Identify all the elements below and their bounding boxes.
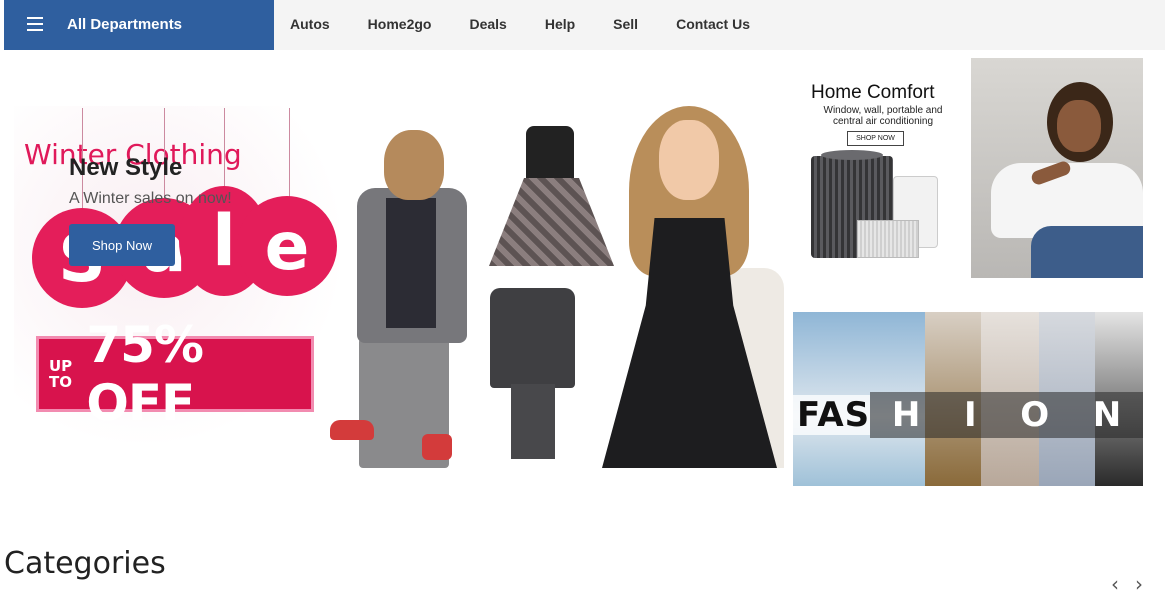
dress-skirt — [489, 178, 614, 266]
discount-badge: UP TO 75% OFF — [36, 316, 314, 432]
all-departments-button[interactable]: All Departments — [4, 0, 274, 50]
chevron-left-icon[interactable]: ‹ — [1106, 572, 1124, 596]
discount-prefix: UP TO — [49, 357, 73, 391]
page: All Departments Autos Home2go Deals Help… — [0, 0, 1165, 614]
shop-now-button[interactable]: Shop Now — [69, 224, 175, 266]
top-navigation: All Departments Autos Home2go Deals Help… — [4, 0, 1165, 50]
woman-face — [1057, 100, 1101, 152]
nav-link-deals[interactable]: Deals — [469, 16, 506, 32]
discount-value: 75% OFF — [86, 316, 204, 432]
nav-link-sell[interactable]: Sell — [613, 16, 638, 32]
nav-link-autos[interactable]: Autos — [290, 16, 330, 32]
fashion-promo[interactable]: FAS H I O N — [793, 312, 1143, 486]
home-comfort-title: Home Comfort — [811, 82, 935, 103]
boy-model-shoe — [422, 434, 452, 460]
categories-carousel-controls: ‹ › — [1106, 572, 1154, 596]
girl-model-face — [659, 120, 719, 200]
chevron-right-icon[interactable]: › — [1130, 572, 1148, 596]
hero-title: New Style — [69, 154, 183, 181]
fashion-word-dark: FAS — [793, 395, 871, 435]
boy-model-head — [384, 130, 444, 200]
fashion-letter: I — [963, 395, 977, 435]
nav-link-contact-us[interactable]: Contact Us — [676, 16, 750, 32]
fashion-word-light: HION — [870, 392, 1143, 438]
fashion-letter: N — [1092, 395, 1122, 435]
boy-model-shirt — [386, 198, 436, 328]
hamburger-menu-icon[interactable] — [27, 17, 43, 31]
suit-jacket — [490, 288, 575, 388]
all-departments-label: All Departments — [67, 16, 183, 33]
dress-bodice — [526, 126, 574, 182]
categories-heading: Categories — [4, 546, 166, 581]
fashion-letter: O — [1020, 395, 1050, 435]
suit-pants — [511, 384, 555, 459]
home-comfort-shop-now-button[interactable]: SHOP NOW — [847, 131, 904, 146]
hero-subtitle: A Winter sales on now! — [69, 190, 232, 207]
tag-string — [224, 108, 225, 188]
home-comfort-subtitle: Window, wall, portable and central air c… — [823, 105, 943, 127]
hero-banner[interactable]: Winter Clothing S a l e UP TO 75% OFF Ne… — [14, 58, 784, 470]
window-ac-image — [857, 220, 919, 258]
nav-link-help[interactable]: Help — [545, 16, 575, 32]
tag-string — [289, 108, 290, 208]
boy-model-shoe — [330, 420, 374, 440]
relaxing-woman-promo[interactable] — [971, 58, 1143, 278]
fashion-wordmark: FAS H I O N — [793, 392, 1143, 438]
sale-tag-e: e — [237, 196, 337, 296]
woman-jeans — [1031, 226, 1143, 278]
home-comfort-promo[interactable]: Home Comfort Window, wall, portable and … — [793, 58, 963, 273]
nav-link-home2go[interactable]: Home2go — [368, 16, 432, 32]
nav-links: Autos Home2go Deals Help Sell Contact Us — [290, 16, 788, 32]
fashion-letter: H — [891, 395, 921, 435]
